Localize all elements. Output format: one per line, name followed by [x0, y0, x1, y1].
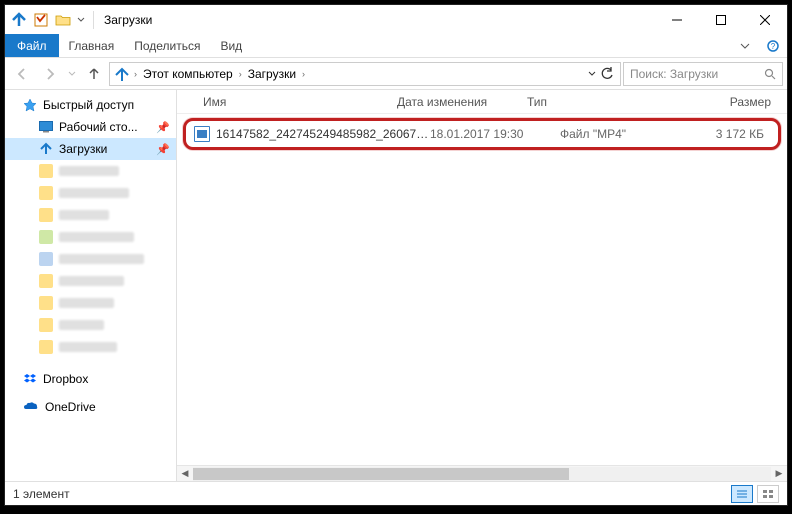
column-header-size[interactable]: Размер	[687, 95, 787, 109]
ribbon-help-button[interactable]: ?	[759, 34, 787, 57]
pin-icon: 📌	[156, 143, 170, 156]
search-input[interactable]: Поиск: Загрузки	[623, 62, 783, 86]
file-size: 3 172 КБ	[660, 127, 774, 141]
star-icon	[23, 98, 37, 112]
chevron-right-icon[interactable]: ›	[132, 69, 139, 79]
status-bar: 1 элемент	[5, 481, 787, 505]
file-list-pane: Имя Дата изменения Тип Размер 16147582_2…	[177, 90, 787, 481]
address-location-icon	[112, 67, 132, 81]
minimize-button[interactable]	[655, 5, 699, 34]
view-details-button[interactable]	[731, 485, 753, 503]
sidebar-item-blurred[interactable]	[5, 160, 176, 182]
breadcrumb-this-pc[interactable]: Этот компьютер	[139, 67, 237, 81]
file-type: Файл "MP4"	[560, 127, 660, 141]
nav-forward-button[interactable]	[37, 61, 63, 87]
scroll-right-button[interactable]: ▶	[771, 466, 787, 482]
sidebar-item-label: Загрузки	[59, 142, 107, 156]
column-header-type[interactable]: Тип	[527, 95, 627, 109]
pin-icon: 📌	[156, 121, 170, 134]
search-placeholder: Поиск: Загрузки	[630, 67, 718, 81]
sidebar-downloads[interactable]: Загрузки 📌	[5, 138, 176, 160]
file-date: 18.01.2017 19:30	[430, 127, 560, 141]
column-header-name[interactable]: Имя	[177, 95, 397, 109]
sidebar-quick-access[interactable]: Быстрый доступ	[5, 94, 176, 116]
separator	[93, 11, 94, 29]
navigation-pane: Быстрый доступ Рабочий сто... 📌 Загрузки…	[5, 90, 177, 481]
scroll-left-button[interactable]: ◀	[177, 466, 193, 482]
scroll-thumb[interactable]	[193, 468, 569, 480]
dropbox-icon	[23, 372, 37, 386]
view-icons-button[interactable]	[757, 485, 779, 503]
sidebar-desktop[interactable]: Рабочий сто... 📌	[5, 116, 176, 138]
address-bar[interactable]: › Этот компьютер › Загрузки ›	[109, 62, 621, 86]
titlebar: Загрузки	[5, 5, 787, 34]
sidebar-item-label: Dropbox	[43, 372, 88, 386]
search-icon	[764, 68, 776, 80]
sidebar-item-blurred[interactable]	[5, 336, 176, 358]
sidebar-item-blurred[interactable]	[5, 248, 176, 270]
column-header-date[interactable]: Дата изменения	[397, 95, 527, 109]
chevron-right-icon[interactable]: ›	[237, 69, 244, 79]
sidebar-item-blurred[interactable]	[5, 204, 176, 226]
close-button[interactable]	[743, 5, 787, 34]
sidebar-item-blurred[interactable]	[5, 182, 176, 204]
nav-up-button[interactable]	[81, 61, 107, 87]
explorer-window: Загрузки Файл Главная Поделиться Вид ?	[4, 4, 788, 506]
main-area: Быстрый доступ Рабочий сто... 📌 Загрузки…	[5, 90, 787, 481]
breadcrumb-downloads[interactable]: Загрузки	[244, 67, 300, 81]
download-icon	[39, 142, 53, 156]
scroll-track[interactable]	[193, 467, 771, 481]
file-name: 16147582_242745249485982_26067053394...	[216, 127, 430, 141]
window-title: Загрузки	[100, 13, 152, 27]
ribbon-expand-button[interactable]	[731, 34, 759, 57]
sidebar-dropbox[interactable]: Dropbox	[5, 368, 176, 390]
chevron-right-icon[interactable]: ›	[300, 69, 307, 79]
qat-folder-icon[interactable]	[53, 10, 73, 30]
sidebar-item-blurred[interactable]	[5, 292, 176, 314]
svg-text:?: ?	[771, 42, 776, 51]
ribbon-tab-share[interactable]: Поделиться	[124, 34, 210, 57]
sidebar-item-blurred[interactable]	[5, 270, 176, 292]
nav-back-button[interactable]	[9, 61, 35, 87]
nav-history-dropdown[interactable]	[65, 61, 79, 87]
horizontal-scrollbar[interactable]: ◀ ▶	[177, 465, 787, 481]
ribbon-tab-home[interactable]: Главная	[59, 34, 125, 57]
desktop-icon	[39, 121, 53, 133]
app-icon	[9, 10, 29, 30]
sidebar-item-label: Рабочий сто...	[59, 120, 138, 134]
sidebar-item-blurred[interactable]	[5, 226, 176, 248]
file-row[interactable]: 16147582_242745249485982_26067053394... …	[190, 123, 774, 145]
column-headers: Имя Дата изменения Тип Размер	[177, 90, 787, 114]
ribbon: Файл Главная Поделиться Вид ?	[5, 34, 787, 58]
sidebar-onedrive[interactable]: OneDrive	[5, 396, 176, 418]
qat-dropdown-icon[interactable]	[75, 10, 87, 30]
navbar: › Этот компьютер › Загрузки › Поиск: Заг…	[5, 58, 787, 90]
refresh-button[interactable]	[600, 67, 614, 81]
video-file-icon	[194, 126, 210, 142]
sidebar-item-label: OneDrive	[45, 400, 96, 414]
sidebar-item-blurred[interactable]	[5, 314, 176, 336]
status-item-count: 1 элемент	[13, 487, 70, 501]
ribbon-tab-view[interactable]: Вид	[210, 34, 252, 57]
highlight-annotation: 16147582_242745249485982_26067053394... …	[183, 118, 781, 150]
onedrive-icon	[23, 401, 39, 413]
maximize-button[interactable]	[699, 5, 743, 34]
ribbon-file-tab[interactable]: Файл	[5, 34, 59, 57]
address-dropdown-icon[interactable]	[588, 70, 596, 78]
sidebar-item-label: Быстрый доступ	[43, 98, 134, 112]
qat-properties-icon[interactable]	[31, 10, 51, 30]
